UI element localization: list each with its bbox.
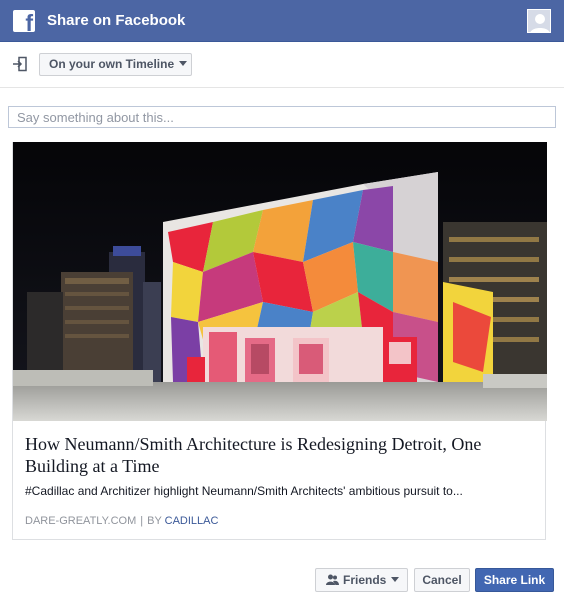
meta-separator: | xyxy=(140,515,144,527)
say-something-input[interactable] xyxy=(8,106,556,128)
share-link-button[interactable]: Share Link xyxy=(475,568,554,592)
friends-icon xyxy=(326,574,339,585)
link-preview-meta: DARE-GREATLY.COM | BY CADILLAC xyxy=(25,515,218,527)
chevron-down-icon xyxy=(391,577,400,582)
facebook-logo-letter: f xyxy=(25,10,33,33)
link-preview-card[interactable]: How Neumann/Smith Architecture is Redesi… xyxy=(12,142,547,540)
link-preview-description: #Cadillac and Architizer highlight Neuma… xyxy=(25,484,463,498)
share-toolbar: On your own Timeline xyxy=(0,42,564,88)
audience-selector-button[interactable]: Friends xyxy=(315,568,408,592)
dialog-title: Share on Facebook xyxy=(47,12,186,29)
link-preview-image[interactable] xyxy=(13,142,547,421)
share-destination-label: On your own Timeline xyxy=(49,57,175,71)
share-destination-dropdown[interactable]: On your own Timeline xyxy=(39,53,192,76)
link-preview-title[interactable]: How Neumann/Smith Architecture is Redesi… xyxy=(25,433,535,477)
user-avatar-icon[interactable] xyxy=(527,9,551,33)
facebook-logo-icon: f xyxy=(13,10,35,32)
by-label: BY xyxy=(147,515,162,527)
chevron-down-icon xyxy=(179,61,188,66)
share-to-icon xyxy=(13,56,27,72)
dialog-header: f Share on Facebook xyxy=(0,0,564,42)
link-preview-domain: DARE-GREATLY.COM xyxy=(25,515,137,527)
audience-label: Friends xyxy=(343,573,387,587)
cancel-button[interactable]: Cancel xyxy=(414,568,470,592)
link-preview-author[interactable]: CADILLAC xyxy=(165,515,219,527)
